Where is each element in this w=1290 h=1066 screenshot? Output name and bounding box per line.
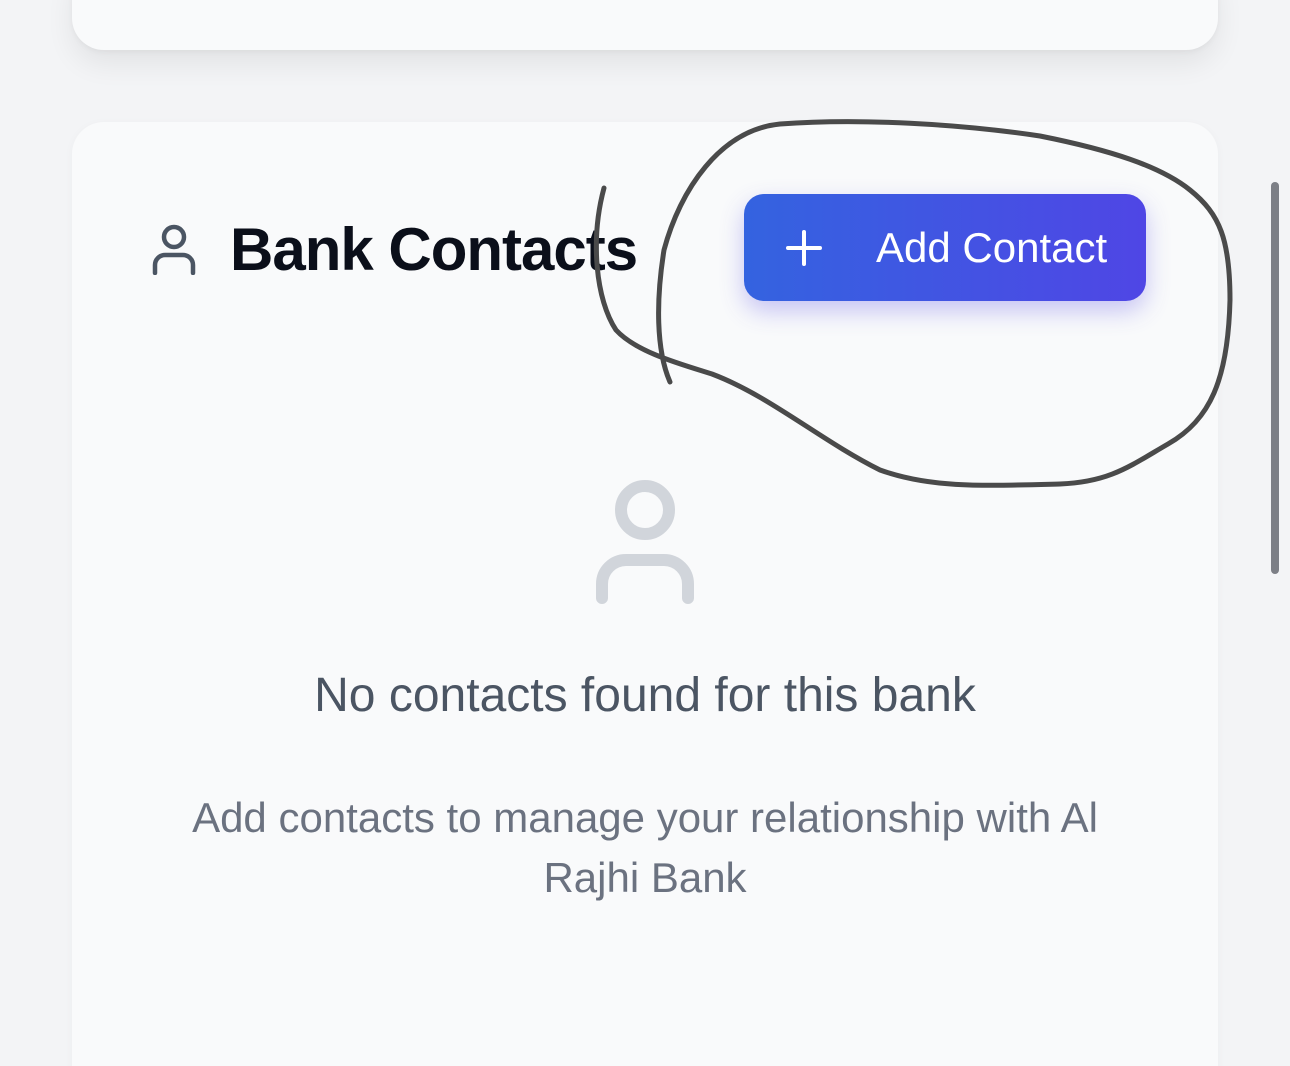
section-title: Bank Contacts	[230, 215, 638, 283]
previous-card	[72, 0, 1218, 50]
plus-icon	[784, 228, 824, 268]
bank-contacts-card: Bank Contacts Add Contact No contacts fo…	[72, 122, 1218, 1066]
page: Bank Contacts Add Contact No contacts fo…	[0, 0, 1290, 1066]
empty-state-user-icon	[590, 478, 700, 608]
card-header: Bank Contacts	[150, 214, 638, 284]
user-icon	[150, 219, 198, 279]
empty-state-subtitle: Add contacts to manage your relationship…	[192, 794, 1098, 901]
scrollbar[interactable]	[1271, 182, 1279, 574]
add-contact-label: Add Contact	[876, 223, 1108, 271]
empty-state-title: No contacts found for this bank	[314, 669, 976, 722]
add-contact-button[interactable]: Add Contact	[744, 194, 1146, 301]
